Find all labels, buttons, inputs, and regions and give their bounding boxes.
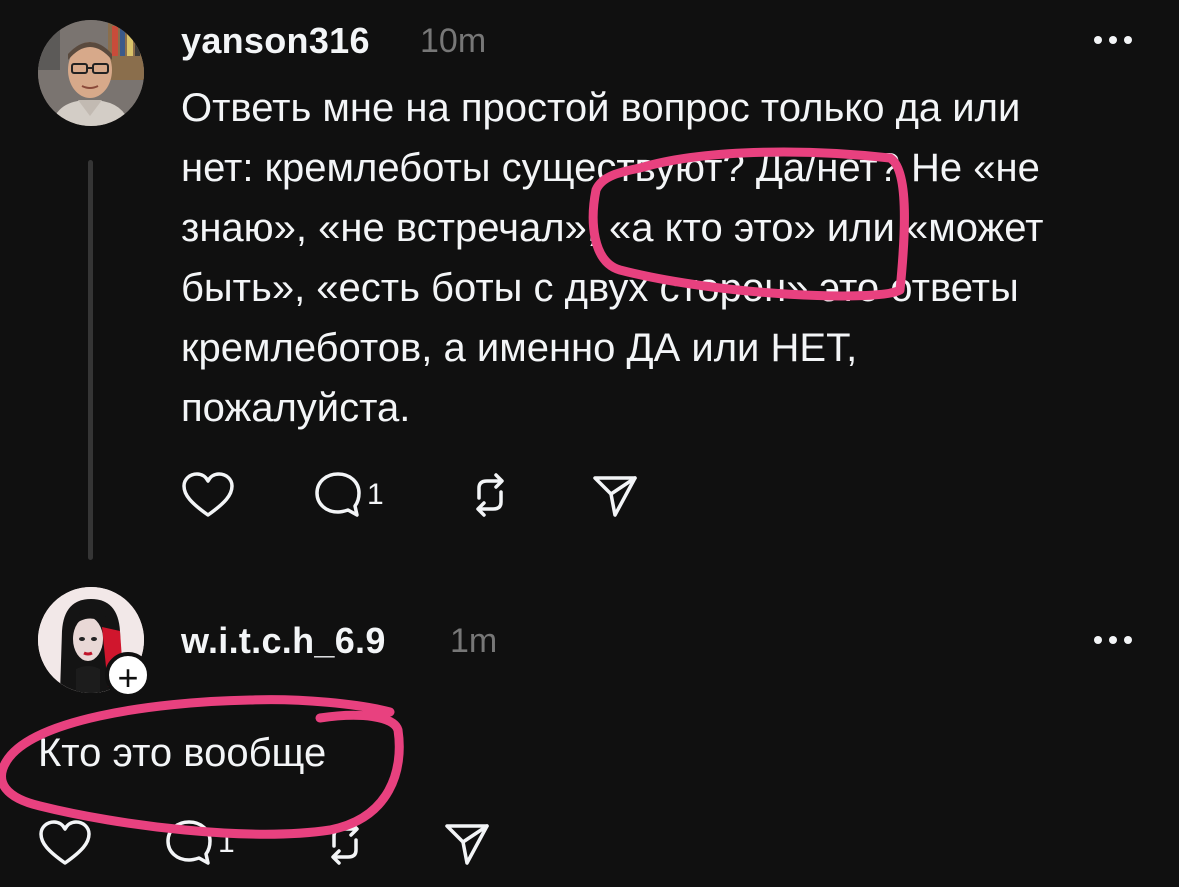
more-options-icon[interactable] (1091, 32, 1135, 48)
post-username[interactable]: yanson316 (181, 20, 370, 62)
repost-icon (331, 821, 359, 865)
user-avatar[interactable] (38, 20, 144, 126)
post-username[interactable]: w.i.t.c.h_6.9 (181, 620, 386, 662)
thread-post-1: yanson316 10m Ответь мне на простой вопр… (0, 0, 1179, 580)
post-timestamp: 10m (420, 22, 487, 60)
send-icon (593, 476, 637, 517)
post-timestamp: 1m (450, 622, 498, 660)
follow-button[interactable]: + (105, 652, 151, 698)
like-button[interactable] (38, 818, 92, 868)
plus-icon: + (117, 657, 139, 698)
repost-button[interactable] (465, 470, 515, 520)
reply-count: 1 (218, 826, 235, 859)
heart-icon (39, 820, 91, 865)
comment-icon (166, 820, 212, 865)
thread-post-2: + w.i.t.c.h_6.9 1m Кто это вообще 1 (0, 580, 1179, 887)
repost-icon (476, 473, 504, 517)
comment-icon (315, 472, 361, 517)
share-button[interactable] (591, 470, 639, 520)
send-icon (445, 824, 489, 865)
heart-icon (182, 472, 234, 517)
more-options-icon[interactable] (1091, 632, 1135, 648)
post-actions-bar: 1 (181, 470, 641, 520)
reply-button[interactable]: 1 (164, 818, 235, 868)
like-button[interactable] (181, 470, 235, 520)
thread-connector-line (88, 160, 93, 560)
post-body-text: Ответь мне на простой вопрос только да и… (181, 86, 1044, 430)
post-actions-bar: 1 (38, 818, 498, 868)
share-button[interactable] (443, 818, 491, 868)
reply-count: 1 (367, 478, 384, 511)
reply-button[interactable]: 1 (313, 470, 384, 520)
repost-button[interactable] (320, 818, 370, 868)
user-photo-avatar-icon (38, 20, 144, 126)
post-body-text: Кто это вообще (38, 731, 327, 775)
